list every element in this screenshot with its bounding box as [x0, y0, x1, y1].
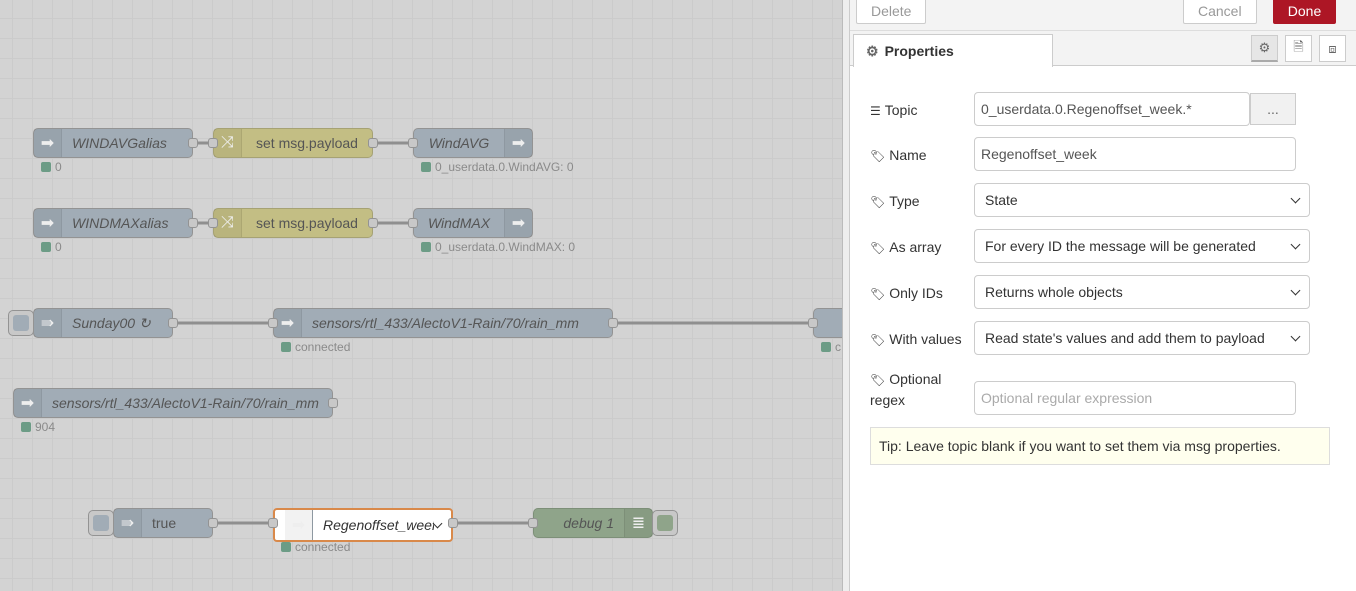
status-dot-icon [21, 422, 31, 432]
node-change[interactable]: ⤨ set msg.payload [208, 208, 378, 238]
node-status: c [821, 340, 841, 354]
node-status: connected [281, 340, 350, 354]
input-arrow-icon: ➡ [14, 389, 42, 417]
status-dot-icon [821, 342, 831, 352]
node-windavg[interactable]: WindAVG ➡ [408, 128, 533, 158]
inject-arrow-icon: ⇛ [114, 509, 142, 537]
tip-box: Tip: Leave topic blank if you want to se… [870, 427, 1330, 465]
node-change[interactable]: ⤨ set msg.payload [208, 128, 378, 158]
tag-icon: 🏷 [870, 373, 886, 387]
frame-icon[interactable]: ⧈ [1319, 35, 1346, 62]
input-arrow-icon: ➡ [34, 209, 62, 237]
panel-resize-handle[interactable] [842, 0, 850, 591]
input-arrow-icon: ➡ [274, 309, 302, 337]
tag-icon: 🏷 [870, 149, 886, 163]
node-windmaxalias[interactable]: ➡ WINDMAXalias [33, 208, 198, 238]
output-arrow-icon: ➡ [504, 209, 532, 237]
topic-browse-button[interactable]: ... [1250, 93, 1296, 125]
type-select[interactable]: State [974, 183, 1310, 217]
node-regenoffset-week[interactable]: ➡ Regenoffset_week [268, 508, 458, 542]
output-port[interactable] [188, 138, 198, 148]
tag-icon: 🏷 [870, 333, 886, 347]
input-port[interactable] [408, 218, 418, 228]
inject-arrow-icon: ⇛ [34, 309, 62, 337]
node-sensors-rain-in[interactable]: ➡ sensors/rtl_433/AlectoV1-Rain/70/rain_m… [13, 388, 338, 418]
inject-button[interactable] [8, 310, 34, 336]
output-port[interactable] [168, 318, 178, 328]
tag-icon: 🏷 [870, 195, 886, 209]
output-port[interactable] [608, 318, 618, 328]
cancel-button[interactable]: Cancel [1183, 0, 1257, 24]
status-dot-icon [281, 342, 291, 352]
node-debug[interactable]: debug 1 ≣ [528, 508, 653, 538]
tag-icon: 🏷 [870, 241, 886, 255]
wires [178, 141, 808, 525]
as-array-select[interactable]: For every ID the message will be generat… [974, 229, 1310, 263]
status-dot-icon [41, 162, 51, 172]
output-port[interactable] [328, 398, 338, 408]
node-windmax[interactable]: WindMAX ➡ [408, 208, 533, 238]
status-dot-icon [281, 542, 291, 552]
node-sensors-rain[interactable]: ➡ sensors/rtl_433/AlectoV1-Rain/70/rain_m… [268, 308, 618, 338]
edit-panel: Delete Cancel Done ⚙ Properties ⚙ 🗎 ⧈ ☰ To… [850, 0, 1356, 591]
input-port[interactable] [808, 318, 818, 328]
output-port[interactable] [188, 218, 198, 228]
node-true[interactable]: ⇛ true [113, 508, 218, 538]
topic-input[interactable]: 0_userdata.0.Regenoffset_week.* [974, 92, 1250, 126]
input-port[interactable] [208, 138, 218, 148]
input-port[interactable] [528, 518, 538, 528]
node-status: 0_userdata.0.WindAVG: 0 [421, 160, 574, 174]
node-status: 904 [21, 420, 55, 434]
name-input[interactable]: Regenoffset_week [974, 137, 1296, 171]
node-windavgalias[interactable]: ➡ WINDAVGalias [33, 128, 198, 158]
output-port[interactable] [368, 138, 378, 148]
tab-properties[interactable]: ⚙ Properties [853, 34, 1053, 67]
node-status: 0_userdata.0.WindMAX: 0 [421, 240, 575, 254]
status-dot-icon [41, 242, 51, 252]
shuffle-icon: ⤨ [214, 129, 242, 157]
output-port[interactable] [448, 518, 458, 528]
cog-icon[interactable]: ⚙ [1251, 35, 1278, 62]
input-port[interactable] [208, 218, 218, 228]
tasks-icon: ☰ [870, 104, 881, 118]
cog-icon: ⚙ [866, 42, 879, 59]
input-arrow-icon: ➡ [34, 129, 62, 157]
regex-input[interactable]: Optional regular expression [974, 381, 1296, 415]
status-dot-icon [421, 162, 431, 172]
input-port[interactable] [268, 318, 278, 328]
inject-button[interactable] [88, 510, 114, 536]
node-status: 0 [41, 240, 62, 254]
output-port[interactable] [208, 518, 218, 528]
panel-tabs: ⚙ Properties ⚙ 🗎 ⧈ [850, 31, 1356, 67]
only-ids-select[interactable]: Returns whole objects [974, 275, 1310, 309]
panel-toolbar: Delete Cancel Done [850, 0, 1356, 31]
node-status: 0 [41, 160, 62, 174]
status-dot-icon [421, 242, 431, 252]
delete-button[interactable]: Delete [856, 0, 927, 24]
node-partial[interactable] [808, 308, 842, 338]
debug-toggle-button[interactable] [652, 510, 678, 536]
output-arrow-icon: ➡ [504, 129, 532, 157]
done-button[interactable]: Done [1273, 0, 1336, 24]
output-port[interactable] [368, 218, 378, 228]
input-arrow-icon: ➡ [285, 510, 313, 540]
tag-icon: 🏷 [870, 287, 886, 301]
with-values-select[interactable]: Read state's values and add them to payl… [974, 321, 1310, 355]
shuffle-icon: ⤨ [214, 209, 242, 237]
node-status: connected [281, 540, 350, 554]
flow-canvas[interactable]: ➡ WINDAVGalias 0 ⤨ set msg.payload WindAVG… [0, 0, 842, 591]
node-sunday00[interactable]: ⇛ Sunday00 ↻ [33, 308, 178, 338]
input-port[interactable] [268, 518, 278, 528]
input-port[interactable] [408, 138, 418, 148]
list-icon: ≣ [624, 509, 652, 537]
file-text-icon[interactable]: 🗎 [1285, 35, 1312, 62]
